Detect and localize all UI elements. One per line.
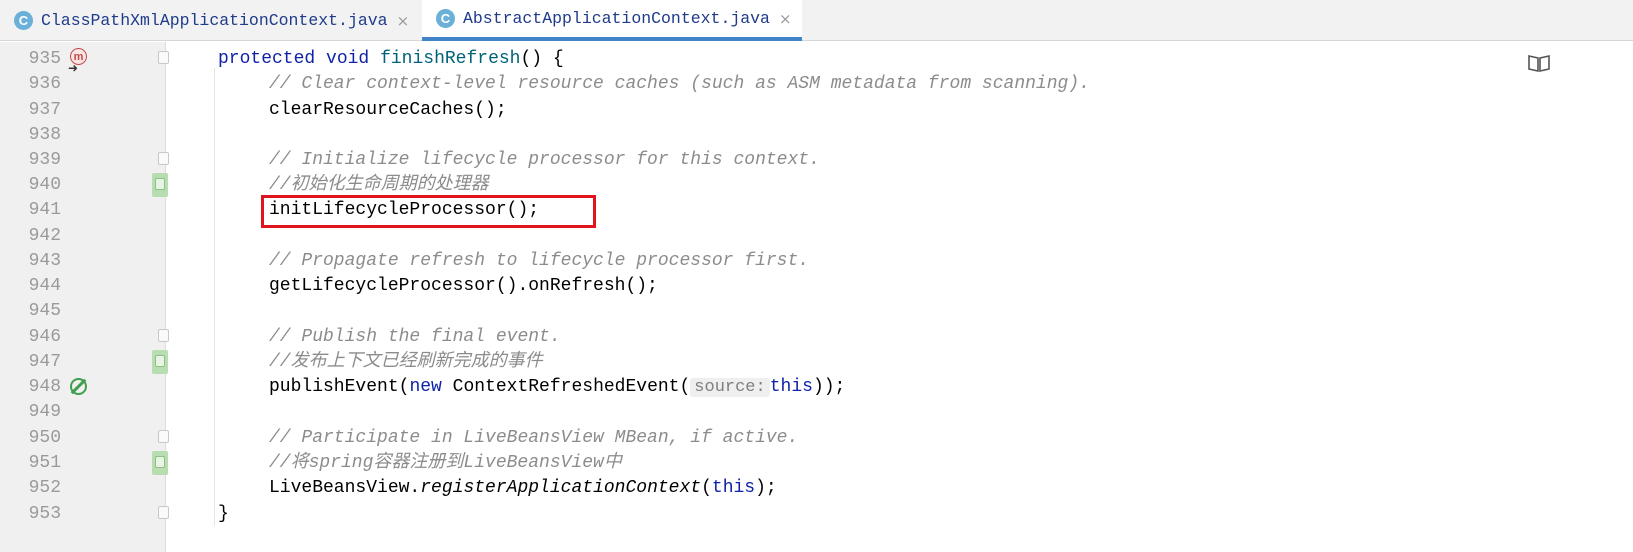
method-name: finishRefresh	[380, 49, 521, 69]
gutter-line: 950	[0, 425, 169, 451]
line-number: 941	[28, 200, 61, 220]
gutter-line: 945	[0, 298, 166, 324]
parameter-hint: source:	[690, 378, 770, 397]
class-icon: C	[436, 9, 455, 28]
line-number: 952	[28, 478, 61, 498]
gutter-line: 949	[0, 399, 166, 425]
line-number: 949	[28, 402, 61, 422]
line-number: 953	[28, 504, 61, 524]
code-line-948[interactable]: publishEvent(new ContextRefreshedEvent(s…	[269, 374, 1633, 400]
keyword: new	[409, 377, 442, 397]
code-text: ));	[812, 377, 846, 397]
keyword: this	[769, 377, 813, 397]
class-icon: C	[14, 11, 33, 30]
code-text: () {	[520, 49, 564, 69]
tab-classpathxmlapplicationcontext[interactable]: C ClassPathXmlApplicationContext.java ×	[0, 0, 420, 41]
gutter-line: 952	[0, 475, 166, 501]
code-line-935[interactable]: protected void finishRefresh() {	[218, 46, 1618, 72]
gutter-line: 953	[0, 501, 169, 527]
gutter-line: 940	[0, 172, 168, 198]
reader-mode-icon[interactable]	[1528, 54, 1550, 72]
line-number: 946	[28, 327, 61, 347]
gutter-line: 938	[0, 122, 166, 148]
line-number: 937	[28, 100, 61, 120]
gutter-line: 948	[0, 374, 166, 400]
keyword: void	[326, 49, 370, 69]
code-line-944[interactable]: getLifecycleProcessor().onRefresh();	[269, 273, 1633, 299]
static-method-call: registerApplicationContext	[420, 478, 702, 498]
event-listener-icon[interactable]	[70, 378, 87, 395]
line-number: 939	[28, 150, 61, 170]
close-icon[interactable]: ×	[779, 10, 792, 28]
tab-label: AbstractApplicationContext.java	[463, 9, 770, 28]
editor-gutter: 935 m ➜ 936 937 938 939 940 941 942 943 …	[0, 42, 169, 552]
line-number: 943	[28, 251, 61, 271]
line-number: 944	[28, 276, 61, 296]
code-text: LiveBeansView.	[269, 478, 421, 498]
code-text: (	[701, 478, 712, 498]
gutter-line: 937	[0, 97, 166, 123]
code-line-937[interactable]: clearResourceCaches();	[269, 97, 1633, 123]
line-number: 951	[28, 453, 61, 473]
gutter-line: 942	[0, 223, 166, 249]
editor-tab-bar: C ClassPathXmlApplicationContext.java × …	[0, 0, 1633, 41]
gutter-line: 946	[0, 324, 169, 350]
keyword: protected	[218, 49, 316, 69]
line-number: 945	[28, 301, 61, 321]
code-line-952[interactable]: LiveBeansView.registerApplicationContext…	[269, 475, 1633, 501]
code-text: ContextRefreshedEvent(	[441, 377, 691, 397]
line-number: 950	[28, 428, 61, 448]
gutter-line: 943	[0, 248, 166, 274]
line-number: 948	[28, 377, 61, 397]
code-line-939[interactable]: // Initialize lifecycle processor for th…	[269, 147, 1633, 173]
line-number: 938	[28, 125, 61, 145]
gutter-line: 947	[0, 349, 168, 375]
line-number: 936	[28, 74, 61, 94]
line-number: 935	[28, 49, 61, 69]
code-line-947[interactable]: //发布上下文已经刷新完成的事件	[269, 349, 1633, 375]
gutter-line: 944	[0, 273, 166, 299]
code-editor[interactable]: protected void finishRefresh() { // Clea…	[166, 42, 1633, 552]
gutter-line: 941	[0, 197, 166, 223]
code-line-950[interactable]: // Participate in LiveBeansView MBean, i…	[269, 425, 1633, 451]
code-line-936[interactable]: // Clear context-level resource caches (…	[269, 71, 1633, 97]
gutter-line: 939	[0, 147, 169, 173]
tab-abstractapplicationcontext[interactable]: C AbstractApplicationContext.java ×	[422, 0, 802, 41]
indent-guide	[214, 68, 215, 526]
code-text: publishEvent(	[269, 377, 410, 397]
gutter-line: 936	[0, 71, 166, 97]
highlight-annotation-box	[261, 195, 596, 228]
line-number: 940	[28, 175, 61, 195]
keyword: this	[711, 478, 756, 498]
line-number: 947	[28, 352, 61, 372]
line-number: 942	[28, 226, 61, 246]
tab-label: ClassPathXmlApplicationContext.java	[41, 11, 388, 30]
gutter-line: 935 m ➜	[0, 46, 169, 75]
code-line-951[interactable]: //将spring容器注册到LiveBeansView中	[269, 450, 1633, 476]
code-line-946[interactable]: // Publish the final event.	[269, 324, 1633, 350]
gutter-line: 951	[0, 450, 168, 476]
code-line-953[interactable]: }	[218, 501, 1618, 527]
close-icon[interactable]: ×	[397, 12, 410, 30]
code-line-943[interactable]: // Propagate refresh to lifecycle proces…	[269, 248, 1633, 274]
code-text: );	[755, 478, 777, 498]
